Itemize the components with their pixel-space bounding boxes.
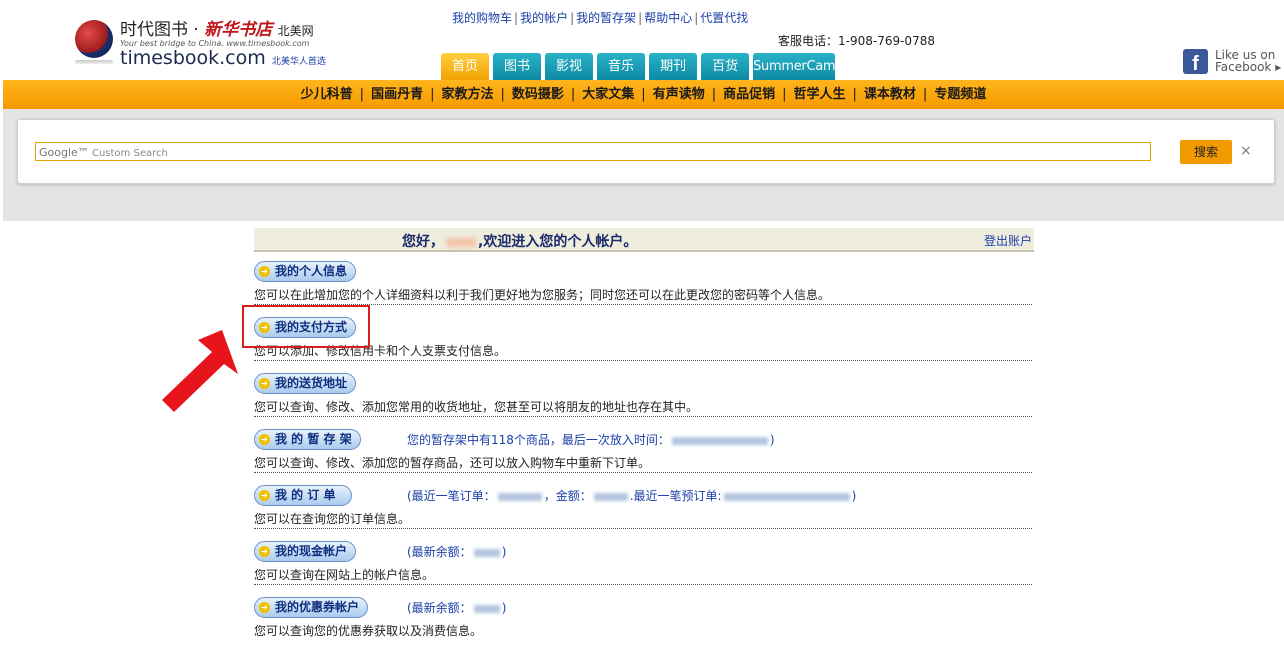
tab-video[interactable]: 影视 — [545, 53, 594, 80]
tab-general-goods[interactable]: 百货 — [701, 53, 750, 80]
section-orders: ➔ 我 的 订 单 (最近一笔订单： ，金额： .最近一笔预订单:) 您可以在查询您的… — [254, 485, 1034, 541]
category-kids-science[interactable]: 少儿科普 — [301, 87, 353, 102]
highlight-box — [242, 305, 370, 348]
section-description: 您可以在此增加您的个人详细资料以利于我们更好地为您服务；同时您还可以在此更改您的… — [254, 287, 1032, 305]
facebook-text: Like us on Facebook ▸ — [1215, 48, 1282, 74]
welcome-message: 您好， ,欢迎进入您的个人帐户。 — [402, 234, 638, 250]
redacted-value — [473, 548, 500, 557]
red-arrow-annotation — [162, 330, 238, 412]
close-icon[interactable]: × — [1240, 143, 1252, 159]
orders-button[interactable]: ➔ 我 的 订 单 — [254, 485, 352, 506]
section-personal-info: ➔ 我的个人信息 您可以在此增加您的个人详细资料以利于我们更好地为您服务；同时您还… — [254, 261, 1034, 317]
link-cart[interactable]: 我的购物车 — [452, 11, 512, 25]
tab-books[interactable]: 图书 — [493, 53, 542, 80]
tab-summercamp[interactable]: SummerCamp — [753, 53, 844, 80]
tab-periodicals[interactable]: 期刊 — [649, 53, 698, 80]
category-special-channels[interactable]: 专题频道 — [934, 87, 986, 102]
category-nav: 少儿科普 | 国画丹青 | 家教方法 | 数码摄影 | 大家文集 | 有声读物 | 商品促销 | 哲学人生 |… — [3, 80, 1284, 109]
logout-link[interactable]: 登出账户 — [984, 232, 1032, 249]
category-collections[interactable]: 大家文集 — [582, 87, 634, 102]
logo-chinese-name: 时代图书 · 新华书店 北美网 — [120, 20, 314, 40]
redacted-value — [497, 492, 542, 501]
google-logo-icon: Google™ — [39, 146, 89, 159]
tab-home[interactable]: 首页 — [441, 53, 490, 80]
saved-shelf-button[interactable]: ➔ 我 的 暂 存 架 — [254, 429, 361, 450]
redacted-value — [671, 436, 768, 445]
section-description: 您可以添加、修改信用卡和个人支票支付信息。 — [254, 343, 1032, 361]
personal-info-button[interactable]: ➔ 我的个人信息 — [254, 261, 357, 282]
category-promotions[interactable]: 商品促销 — [723, 87, 775, 102]
link-saved-shelf[interactable]: 我的暂存架 — [576, 11, 636, 25]
link-purchase-service[interactable]: 代置代找 — [700, 11, 748, 25]
section-cash-account: ➔ 我的现金帐户 (最新余额：) 您可以查询在网站上的帐户信息。 — [254, 541, 1034, 597]
coupon-balance: (最新余额：) — [407, 601, 507, 615]
section-description: 您可以在查询您的订单信息。 — [254, 511, 1032, 529]
facebook-like-link[interactable]: f Like us on Facebook ▸ — [1183, 48, 1282, 76]
arrow-right-icon: ➔ — [259, 602, 270, 613]
welcome-header: 您好， ,欢迎进入您的个人帐户。 登出账户 — [254, 228, 1034, 252]
category-photography[interactable]: 数码摄影 — [512, 87, 564, 102]
tab-music[interactable]: 音乐 — [597, 53, 646, 80]
link-help[interactable]: 帮助中心 — [644, 11, 692, 25]
category-audiobooks[interactable]: 有声读物 — [653, 87, 705, 102]
search-panel: Google™ Custom Search 搜索 × — [17, 119, 1275, 184]
search-button[interactable]: 搜索 — [1180, 140, 1232, 164]
category-philosophy[interactable]: 哲学人生 — [794, 87, 846, 102]
cash-account-button[interactable]: ➔ 我的现金帐户 — [254, 541, 357, 562]
category-textbooks[interactable]: 课本教材 — [864, 87, 916, 102]
cash-balance: (最新余额：) — [407, 545, 507, 559]
customer-service-phone: 客服电话：1-908-769-0788 — [778, 34, 935, 48]
redacted-value — [593, 492, 628, 501]
arrow-right-icon: ➔ — [259, 546, 270, 557]
section-shipping-address: ➔ 我的送货地址 您可以查询、修改、添加您常用的收货地址，您甚至可以将朋友的地址也… — [254, 373, 1034, 429]
redacted-value — [473, 604, 500, 613]
section-description: 您可以查询在网站上的帐户信息。 — [254, 567, 1032, 585]
main-tabs: 首页 图书 影视 音乐 期刊 百货 SummerCamp — [441, 53, 844, 80]
arrow-right-icon: ➔ — [259, 378, 270, 389]
logo-domain: timesbook.com 北美华人首选 — [120, 47, 326, 69]
site-logo[interactable]: 时代图书 · 新华书店 北美网 Your best bridge to Chin… — [75, 14, 335, 74]
globe-logo-icon — [75, 20, 113, 64]
category-painting[interactable]: 国画丹青 — [371, 87, 423, 102]
section-description: 您可以查询您的优惠券获取以及消费信息。 — [254, 624, 483, 638]
facebook-icon: f — [1183, 49, 1208, 75]
section-saved-shelf: ➔ 我 的 暂 存 架 您的暂存架中有118个商品，最后一次放入时间：) 您可以查… — [254, 429, 1034, 485]
redacted-value — [723, 492, 850, 501]
saved-shelf-summary: 您的暂存架中有118个商品，最后一次放入时间：) — [407, 433, 775, 447]
shipping-address-button[interactable]: ➔ 我的送货地址 — [254, 373, 357, 394]
search-input[interactable]: Google™ Custom Search — [35, 142, 1151, 161]
orders-summary: (最近一笔订单： ，金额： .最近一笔预订单:) — [407, 489, 857, 503]
arrow-right-icon: ➔ — [259, 490, 270, 501]
coupon-account-button[interactable]: ➔ 我的优惠券帐户 — [254, 597, 369, 618]
link-account[interactable]: 我的帐户 — [520, 11, 568, 25]
arrow-right-icon: ➔ — [259, 434, 270, 445]
top-links: 我的购物车 | 我的帐户 | 我的暂存架 | 帮助中心 | 代置代找 — [452, 11, 749, 25]
logo-brand-script: 新华书店 — [204, 20, 273, 40]
redacted-username — [446, 237, 476, 247]
category-parenting[interactable]: 家教方法 — [441, 87, 493, 102]
search-area: Google™ Custom Search 搜索 × — [3, 109, 1284, 221]
section-description: 您可以查询、修改、添加您常用的收货地址，您甚至可以将朋友的地址也存在其中。 — [254, 399, 1032, 417]
section-coupon-account: ➔ 我的优惠券帐户 (最新余额：) 您可以查询您的优惠券获取以及消费信息。 — [254, 597, 1034, 653]
section-description: 您可以查询、修改、添加您的暂存商品，还可以放入购物车中重新下订单。 — [254, 455, 1032, 473]
section-payment-methods: ➔ 我的支付方式 您可以添加、修改信用卡和个人支票支付信息。 — [254, 317, 1034, 373]
arrow-right-icon: ➔ — [259, 266, 270, 277]
